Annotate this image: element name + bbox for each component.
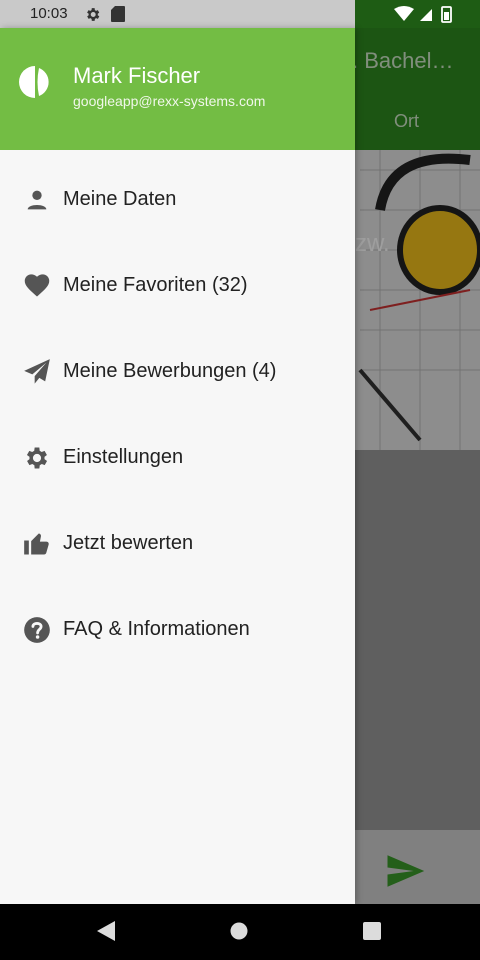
menu-item-einstellungen[interactable]: Einstellungen xyxy=(0,414,355,500)
thumbs-up-icon xyxy=(24,533,49,555)
menu-item-jetzt-bewerten[interactable]: Jetzt bewerten xyxy=(0,500,355,586)
gear-icon xyxy=(26,447,48,469)
back-icon[interactable] xyxy=(96,920,116,942)
person-icon xyxy=(27,190,47,210)
menu-item-label: FAQ & Informationen xyxy=(63,618,250,640)
menu-item-meine-daten[interactable]: Meine Daten xyxy=(0,156,355,242)
drawer-header: Mark Fischer googleapp@rexx-systems.com xyxy=(0,28,355,150)
signal-battery-icons xyxy=(394,6,452,23)
menu-item-meine-bewerbungen[interactable]: Meine Bewerbungen (4) xyxy=(0,328,355,414)
menu-item-label: Meine Favoriten (32) xyxy=(63,274,248,296)
user-email: googleapp@rexx-systems.com xyxy=(73,93,266,109)
app-logo-icon xyxy=(19,66,49,98)
heart-icon xyxy=(24,274,50,297)
menu-item-label: Einstellungen xyxy=(63,446,184,468)
menu-item-label: Jetzt bewerten xyxy=(63,532,194,554)
status-bar: 10:03 xyxy=(0,0,480,28)
home-icon[interactable] xyxy=(230,922,248,940)
navigation-drawer: Mark Fischer googleapp@rexx-systems.com … xyxy=(0,28,355,904)
help-circle-icon xyxy=(24,617,50,643)
send-icon xyxy=(24,359,50,384)
menu-item-label: Meine Bewerbungen (4) xyxy=(63,360,277,382)
settings-icon xyxy=(87,8,100,21)
status-time: 10:03 xyxy=(30,5,68,22)
recent-apps-icon[interactable] xyxy=(363,922,381,940)
user-name: Mark Fischer xyxy=(73,63,201,88)
menu-item-meine-favoriten[interactable]: Meine Favoriten (32) xyxy=(0,242,355,328)
sd-card-icon xyxy=(111,6,125,22)
menu-item-label: Meine Daten xyxy=(63,188,177,210)
menu-item-faq-informationen[interactable]: FAQ & Informationen xyxy=(0,586,355,672)
